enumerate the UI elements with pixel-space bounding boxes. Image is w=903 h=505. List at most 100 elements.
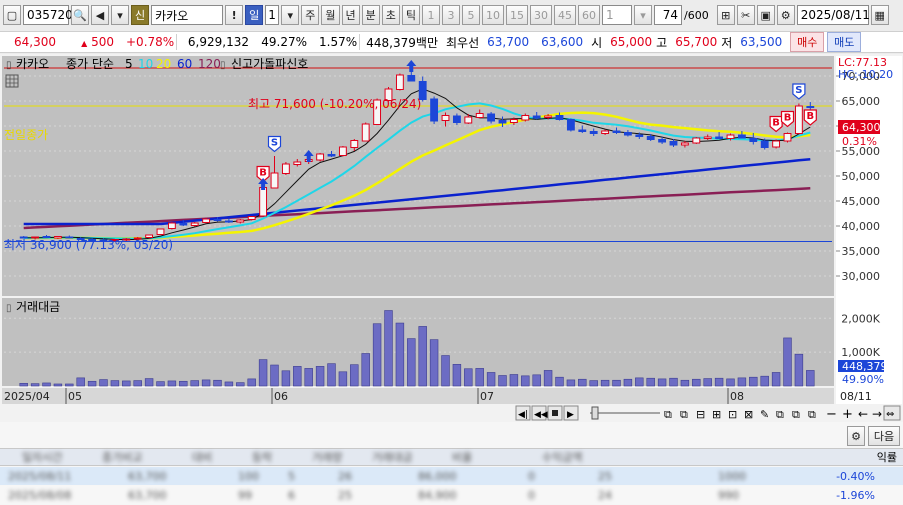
pct-tag: 0.31% (842, 135, 877, 148)
volume-bar (258, 359, 268, 387)
open-price: 65,000 (610, 35, 653, 49)
period-week-button[interactable]: 주 (301, 5, 320, 25)
rewind-icon: ◀| (518, 410, 528, 420)
paste-icon[interactable]: ⧉ (792, 408, 800, 421)
gear-icon[interactable]: ⚙ (776, 5, 795, 25)
copy-icon[interactable]: ⧉ (776, 408, 784, 421)
cell-f: 24 (598, 488, 612, 502)
period-month-button[interactable]: 월 (321, 5, 340, 25)
interval-60-button[interactable]: 60 (578, 5, 600, 25)
period-second-button[interactable]: 초 (381, 5, 400, 25)
interval-5-button[interactable]: 5 (462, 5, 480, 25)
legend-ma10: 10 (138, 57, 153, 71)
zoom-fit-icon[interactable]: ⧉ (680, 408, 688, 421)
interval-1-button[interactable]: 1 (422, 5, 440, 25)
candle-body (316, 153, 325, 161)
volume-bar (30, 383, 40, 387)
candle-body (202, 218, 211, 223)
volume-bar (703, 378, 712, 387)
zoom-area-icon[interactable]: ⊡ (728, 408, 737, 421)
quote-bar: 64,300 ▲ 500 +0.78% 6,929,132 49.27% 1.5… (0, 31, 903, 53)
period-minute-button[interactable]: 분 (361, 5, 380, 25)
candle-body (350, 140, 359, 148)
volume-bar (53, 383, 63, 387)
calendar-icon[interactable]: ▦ (870, 5, 889, 25)
alert-icon[interactable]: ! (225, 5, 244, 25)
chart-tool-icon[interactable]: ⊞ (716, 5, 735, 25)
date-tick-label: 08 (730, 390, 744, 403)
save-icon[interactable]: ▣ (756, 5, 775, 25)
arrow-right-icon[interactable]: → (872, 407, 882, 421)
candle-body (669, 141, 678, 146)
volume-bar (475, 368, 484, 387)
period-day-button[interactable]: 일 (245, 5, 264, 25)
price-tick-label: 35,000 (842, 245, 881, 258)
period-year-button[interactable]: 년 (341, 5, 360, 25)
legend-ma120: 120 (198, 57, 221, 71)
table-row[interactable]: 2025/08/11 63,700 100 5 26 86,000 0 25 1… (0, 467, 903, 485)
arrow-left-icon[interactable]: ← (858, 407, 868, 421)
cell-b: 6 (288, 488, 295, 502)
speaker-icon[interactable]: ◀ (91, 5, 109, 25)
zoom-box-icon[interactable]: ⊠ (744, 408, 753, 421)
cell-date: 2025/08/08 (8, 488, 72, 502)
next-button[interactable]: 다음 (868, 426, 900, 446)
back-icon: ◀◀ (534, 410, 548, 420)
chevron-down-icon[interactable]: ▾ (281, 5, 300, 25)
signal-icon: ▯ (220, 60, 226, 71)
signal-letter: B (772, 118, 780, 129)
volume-bar (749, 376, 758, 387)
signal-letter: B (259, 168, 267, 179)
candle-body (783, 133, 792, 142)
capture-icon[interactable]: ⧉ (808, 408, 816, 421)
interval-custom-field[interactable]: 1 (602, 5, 632, 25)
low-annotation: 최저 36,900 (77.13%, 05/20) (4, 238, 173, 252)
price-tag: 64,300 (842, 121, 881, 134)
candle-count-field[interactable]: 74 (654, 5, 682, 25)
price-chart[interactable]: BSBBSB 70,00065,00060,00055,00050,00045,… (0, 54, 903, 422)
interval-30-button[interactable]: 30 (530, 5, 552, 25)
interval-15-button[interactable]: 15 (506, 5, 528, 25)
gear-icon[interactable]: ⚙ (847, 426, 865, 446)
vol-pct-tag: 49.90% (842, 373, 884, 386)
volume-menu-icon[interactable]: ▯ (6, 303, 12, 314)
table-row[interactable]: 2025/08/08 63,700 99 6 25 84,900 0 24 99… (0, 486, 903, 504)
candle-body (806, 106, 815, 108)
candle-body (190, 222, 199, 226)
sell-button[interactable]: 매도 (827, 32, 862, 52)
period-multiplier-field[interactable]: 1 (265, 5, 280, 25)
volume-bar (87, 380, 97, 387)
stock-name-field[interactable]: 카카오 (151, 5, 224, 25)
candle-body (612, 130, 621, 133)
scissors-icon[interactable]: ✂ (736, 5, 755, 25)
candle-body (566, 119, 575, 131)
search-icon[interactable]: 🔍 (71, 5, 89, 25)
date-field[interactable]: 2025/08/11 (796, 5, 870, 25)
plus-icon[interactable]: + (842, 407, 853, 422)
legend-menu-icon[interactable]: ▯ (6, 60, 12, 71)
interval-45-button[interactable]: 45 (554, 5, 576, 25)
zoom-out-icon[interactable]: ⊟ (696, 408, 705, 421)
stock-code-input[interactable]: 035720 (23, 5, 73, 25)
window-icon[interactable]: ▢ (3, 5, 21, 25)
period-tick-button[interactable]: 틱 (401, 5, 420, 25)
signal-letter: S (271, 138, 278, 149)
candle-body (395, 74, 404, 90)
interval-3-button[interactable]: 3 (442, 5, 460, 25)
interval-10-button[interactable]: 10 (482, 5, 504, 25)
candle-body (658, 139, 667, 143)
zoom-reset-icon[interactable]: ⧉ (664, 408, 672, 421)
volume-bar (612, 379, 621, 387)
chevron-down-icon[interactable]: ▾ (111, 5, 129, 25)
zoom-in-icon[interactable]: ⊞ (712, 408, 721, 421)
candle-body (760, 140, 769, 148)
zoom-slider-handle[interactable] (591, 406, 599, 420)
cell-e: 0 (528, 488, 535, 502)
candle-body (293, 161, 302, 165)
expand-icon: ⇔ (886, 409, 894, 420)
minus-icon[interactable]: − (826, 407, 837, 422)
chevron-down-icon[interactable]: ▾ (634, 5, 652, 25)
draw-tool-icon[interactable]: ✎ (760, 408, 769, 421)
header-col4: 등락 (252, 451, 273, 464)
buy-button[interactable]: 매수 (790, 32, 825, 52)
